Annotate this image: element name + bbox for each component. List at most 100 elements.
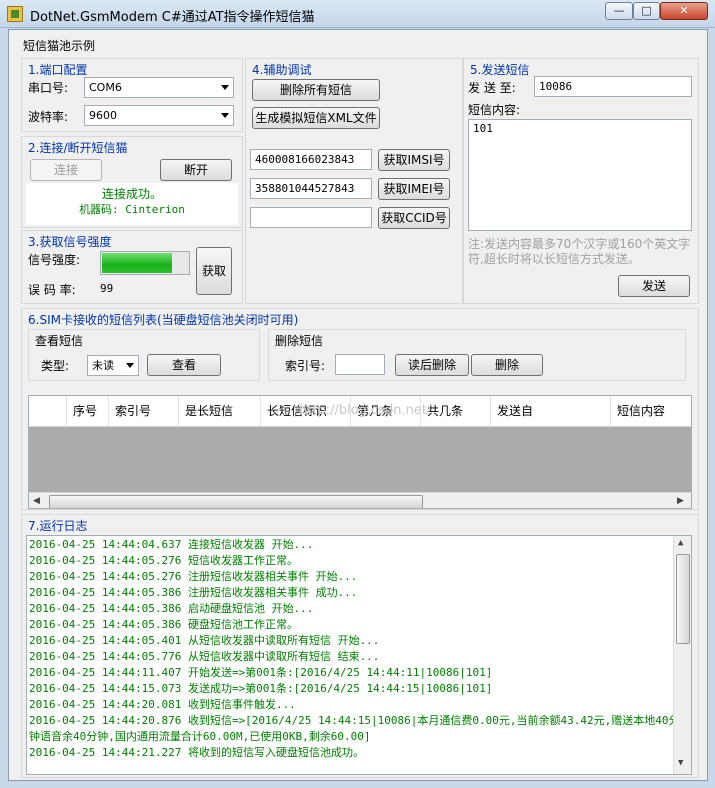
inbox-panel: 6.SIM卡接收的短信列表(当硬盘短信池关闭时可用) 查看短信 类型: 未读 查… [21, 308, 699, 510]
port-config-title: 1.端口配置 [28, 63, 88, 77]
error-rate-value: 99 [100, 282, 114, 295]
view-group-title: 查看短信 [35, 334, 84, 348]
send-button[interactable]: 发送 [618, 275, 690, 297]
maximize-button[interactable]: □ [633, 2, 660, 20]
signal-progress-fill [102, 253, 173, 273]
content-label: 短信内容: [468, 103, 521, 117]
port-config-panel: 1.端口配置 串口号: COM6 波特率: 9600 [21, 58, 243, 132]
sms-grid[interactable]: 序号 索引号 是长短信 长短信标识 第几条 共几条 发送自 短信内容 http:… [28, 395, 692, 509]
delete-all-sms-button[interactable]: 删除所有短信 [252, 79, 380, 101]
send-sms-panel: 5.发送短信 发 送 至: 10086 短信内容: 101 注:发送内容最多70… [463, 58, 699, 304]
send-to-label: 发 送 至: [468, 81, 516, 95]
minimize-button[interactable]: — [605, 2, 633, 20]
log-panel: 7.运行日志 2016-04-25 14:44:04.637 连接短信收发器 开… [21, 514, 699, 778]
log-line: 2016-04-25 14:44:05.276 短信收发器工作正常。 [29, 554, 298, 567]
connect-status: 连接成功。 [101, 187, 162, 201]
log-line: 2016-04-25 14:44:05.386 硬盘短信池工作正常。 [29, 618, 298, 631]
log-line: 2016-04-25 14:44:15.073 发送成功=>第001条:[201… [29, 682, 493, 695]
grid-col-header[interactable]: 短信内容 [611, 396, 691, 426]
imei-field[interactable]: 358801044527843 [250, 178, 372, 199]
watermark: http://blog.csdn.net/ [299, 403, 432, 418]
grid-col-header[interactable]: 是长短信 [179, 396, 261, 426]
delete-sms-group: 删除短信 索引号: 读后删除 删除 [268, 329, 686, 381]
scroll-down-icon[interactable]: ▼ [678, 758, 683, 768]
scroll-up-icon[interactable]: ▲ [678, 538, 683, 548]
connect-title: 2.连接/断开短信猫 [28, 141, 128, 155]
grid-hscrollbar[interactable]: ◀ ▶ [29, 492, 691, 508]
get-signal-button[interactable]: 获取 [196, 247, 232, 295]
debug-panel: 4.辅助调试 删除所有短信 生成模拟短信XML文件 46000816602384… [245, 58, 463, 304]
baud-value: 9600 [89, 109, 117, 122]
grid-col-header[interactable]: 序号 [67, 396, 109, 426]
log-line: 2016-04-25 14:44:05.386 注册短信收发器相关事件 成功..… [29, 586, 358, 599]
close-button[interactable]: ✕ [660, 2, 708, 20]
log-box[interactable]: 2016-04-25 14:44:04.637 连接短信收发器 开始... 201… [26, 535, 692, 775]
delete-group-title: 删除短信 [275, 334, 324, 348]
client-area: 短信猫池示例 1.端口配置 串口号: COM6 波特率: 9600 2.连接/断… [8, 29, 708, 781]
error-rate-label: 误 码 率: [28, 283, 76, 297]
log-line: 2016-04-25 14:44:21.227 将收到的短信写入硬盘短信池成功。 [29, 746, 364, 759]
index-field[interactable] [335, 354, 385, 375]
signal-panel: 3.获取信号强度 信号强度: 误 码 率: 99 获取 [21, 230, 243, 304]
chevron-down-icon [221, 85, 229, 90]
port-select[interactable]: COM6 [84, 77, 234, 98]
scroll-right-icon[interactable]: ▶ [677, 496, 684, 506]
signal-strength-label: 信号强度: [28, 253, 81, 267]
connect-panel: 2.连接/断开短信猫 连接 断开 连接成功。 机器码: Cinterion [21, 136, 243, 228]
send-note: 注:发送内容最多70个汉字或160个英文字符,超长时将以长短信方式发送。 [468, 237, 691, 266]
get-imei-button[interactable]: 获取IMEI号 [378, 178, 450, 200]
debug-title: 4.辅助调试 [252, 63, 312, 77]
type-select[interactable]: 未读 [87, 355, 139, 376]
ccid-field[interactable] [250, 207, 372, 228]
index-label: 索引号: [285, 359, 326, 373]
grid-col-header[interactable]: 共几条 [421, 396, 491, 426]
menu-item-demo[interactable]: 短信猫池示例 [23, 37, 95, 54]
log-line: 2016-04-25 14:44:20.081 收到短信事件触发... [29, 698, 296, 711]
window-title: DotNet.GsmModem C#通过AT指令操作短信猫 [30, 10, 315, 25]
read-delete-button[interactable]: 读后删除 [395, 354, 469, 376]
log-scroll-thumb[interactable] [676, 554, 690, 644]
grid-header: 序号 索引号 是长短信 长短信标识 第几条 共几条 发送自 短信内容 http:… [29, 396, 691, 427]
log-lines: 2016-04-25 14:44:04.637 连接短信收发器 开始... 201… [29, 537, 691, 761]
signal-title: 3.获取信号强度 [28, 235, 112, 249]
get-imsi-button[interactable]: 获取IMSI号 [378, 149, 450, 171]
log-line: 2016-04-25 14:44:04.637 连接短信收发器 开始... [29, 538, 314, 551]
content-textarea[interactable]: 101 [468, 119, 692, 231]
connect-button[interactable]: 连接 [30, 159, 102, 181]
chevron-down-icon [221, 113, 229, 118]
baud-label: 波特率: [28, 110, 69, 124]
grid-scroll-thumb[interactable] [49, 495, 423, 508]
send-title: 5.发送短信 [470, 63, 530, 77]
grid-col-header[interactable]: 索引号 [109, 396, 179, 426]
log-vscrollbar[interactable]: ▲ ▼ [673, 536, 691, 774]
inbox-title: 6.SIM卡接收的短信列表(当硬盘短信池关闭时可用) [28, 313, 299, 327]
send-to-field[interactable]: 10086 [534, 76, 692, 97]
log-line: 2016-04-25 14:44:05.386 启动硬盘短信池 开始... [29, 602, 314, 615]
chevron-down-icon [126, 363, 134, 368]
baud-select[interactable]: 9600 [84, 105, 234, 126]
port-label: 串口号: [28, 81, 69, 95]
grid-corner [29, 396, 67, 426]
view-sms-group: 查看短信 类型: 未读 查看 [28, 329, 260, 381]
log-line: 2016-04-25 14:44:05.276 注册短信收发器相关事件 开始..… [29, 570, 358, 583]
grid-col-header[interactable]: 发送自 [491, 396, 611, 426]
signal-progress-bar [100, 251, 190, 275]
imsi-field[interactable]: 460008166023843 [250, 149, 372, 170]
log-line: 2016-04-25 14:44:05.776 从短信收发器中读取所有短信 结束… [29, 650, 380, 663]
type-value: 未读 [92, 359, 114, 372]
disconnect-button[interactable]: 断开 [160, 159, 232, 181]
title-bar: DotNet.GsmModem C#通过AT指令操作短信猫 — □ ✕ [0, 0, 715, 28]
view-button[interactable]: 查看 [147, 354, 221, 376]
generate-xml-button[interactable]: 生成模拟短信XML文件 [252, 107, 380, 129]
app-icon [7, 6, 23, 22]
type-label: 类型: [41, 359, 70, 373]
connect-status-box: 连接成功。 机器码: Cinterion [26, 183, 238, 225]
log-title: 7.运行日志 [28, 519, 88, 533]
log-line: 2016-04-25 14:44:05.401 从短信收发器中读取所有短信 开始… [29, 634, 380, 647]
machine-code: 机器码: Cinterion [79, 203, 185, 216]
get-ccid-button[interactable]: 获取CCID号 [378, 207, 450, 229]
scroll-left-icon[interactable]: ◀ [33, 496, 40, 506]
port-value: COM6 [89, 81, 122, 94]
log-line: 2016-04-25 14:44:11.407 开始发送=>第001条:[201… [29, 666, 493, 679]
delete-button[interactable]: 删除 [471, 354, 543, 376]
